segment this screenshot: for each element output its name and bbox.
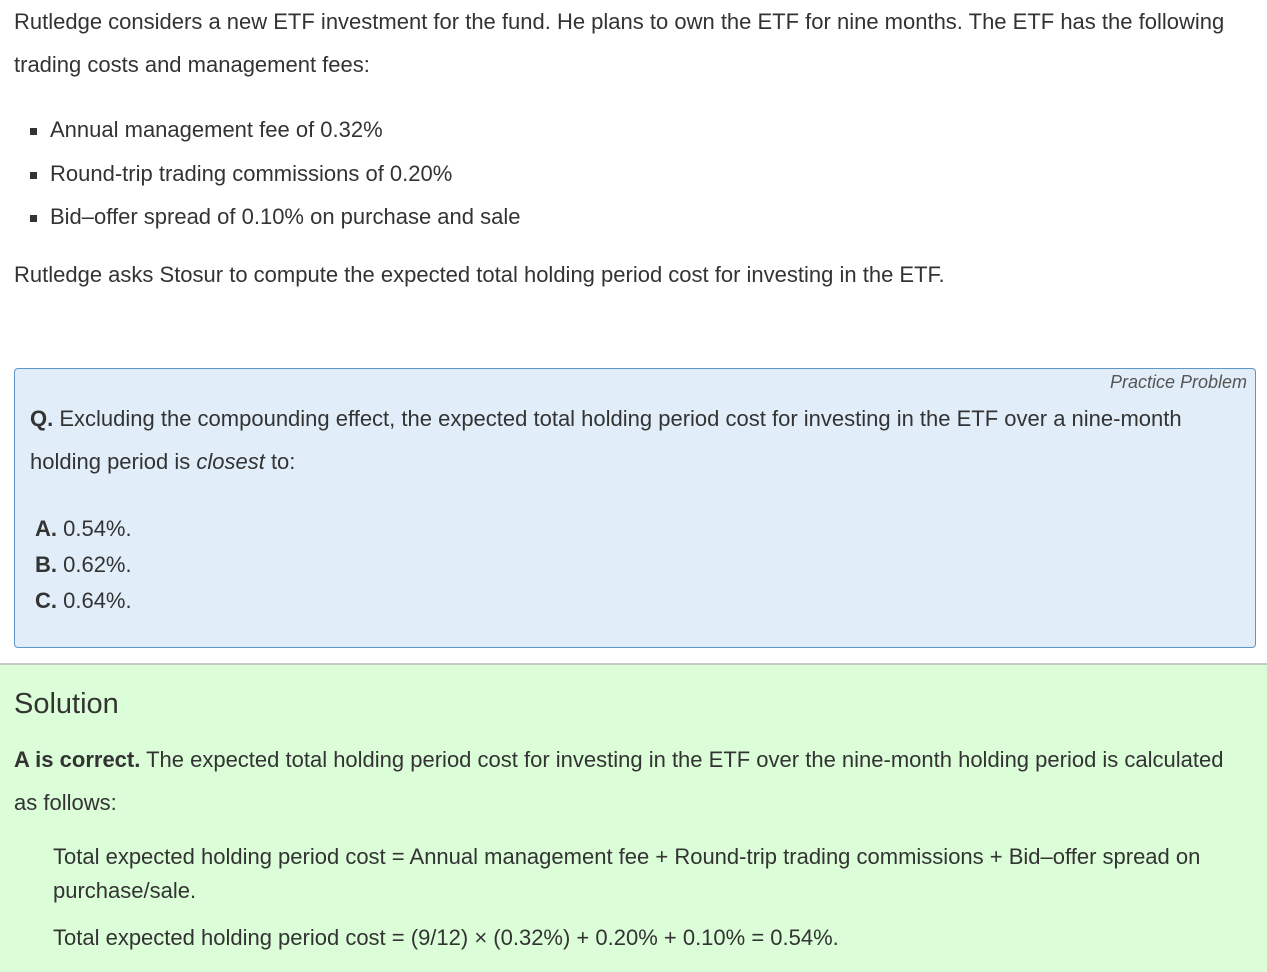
correct-answer-label: A is correct.: [14, 747, 141, 772]
option-text: 0.62%.: [57, 552, 132, 577]
option-c[interactable]: C. 0.64%.: [35, 583, 132, 619]
intro-section: Rutledge considers a new ETF investment …: [14, 0, 1254, 86]
formula-numeric: Total expected holding period cost = (9/…: [53, 925, 839, 950]
practice-problem-label: Practice Problem: [1109, 372, 1247, 392]
page: Rutledge considers a new ETF investment …: [0, 0, 1267, 972]
cost-list: Annual management fee of 0.32% Round-tri…: [28, 108, 520, 239]
formula-general: Total expected holding period cost = Ann…: [53, 844, 1201, 903]
solution-title: Solution: [14, 688, 119, 720]
question-emphasis: closest: [196, 449, 265, 474]
option-b[interactable]: B. 0.62%.: [35, 547, 132, 583]
list-item: Annual management fee of 0.32%: [28, 108, 520, 152]
option-letter: C.: [35, 588, 57, 613]
practice-problem-box: Practice Problem Q. Excluding the compou…: [14, 368, 1256, 648]
solution-section: Solution A is correct. The expected tota…: [0, 665, 1267, 972]
intro-paragraph: Rutledge considers a new ETF investment …: [14, 9, 1225, 77]
answer-options: A. 0.54%. B. 0.62%. C. 0.64%.: [35, 511, 132, 619]
question-prefix: Q.: [30, 406, 54, 431]
closing-paragraph: Rutledge asks Stosur to compute the expe…: [14, 262, 945, 287]
option-text: 0.54%.: [57, 516, 132, 541]
question-text: Q. Excluding the compounding effect, the…: [30, 397, 1235, 483]
option-letter: B.: [35, 552, 57, 577]
list-item: Round-trip trading commissions of 0.20%: [28, 152, 520, 196]
list-item: Bid–offer spread of 0.10% on purchase an…: [28, 195, 520, 239]
option-a[interactable]: A. 0.54%.: [35, 511, 132, 547]
explanation-text: The expected total holding period cost f…: [14, 747, 1224, 815]
question-body-end: to:: [264, 449, 296, 474]
option-letter: A.: [35, 516, 57, 541]
solution-explanation: A is correct. The expected total holding…: [14, 738, 1244, 824]
option-text: 0.64%.: [57, 588, 132, 613]
